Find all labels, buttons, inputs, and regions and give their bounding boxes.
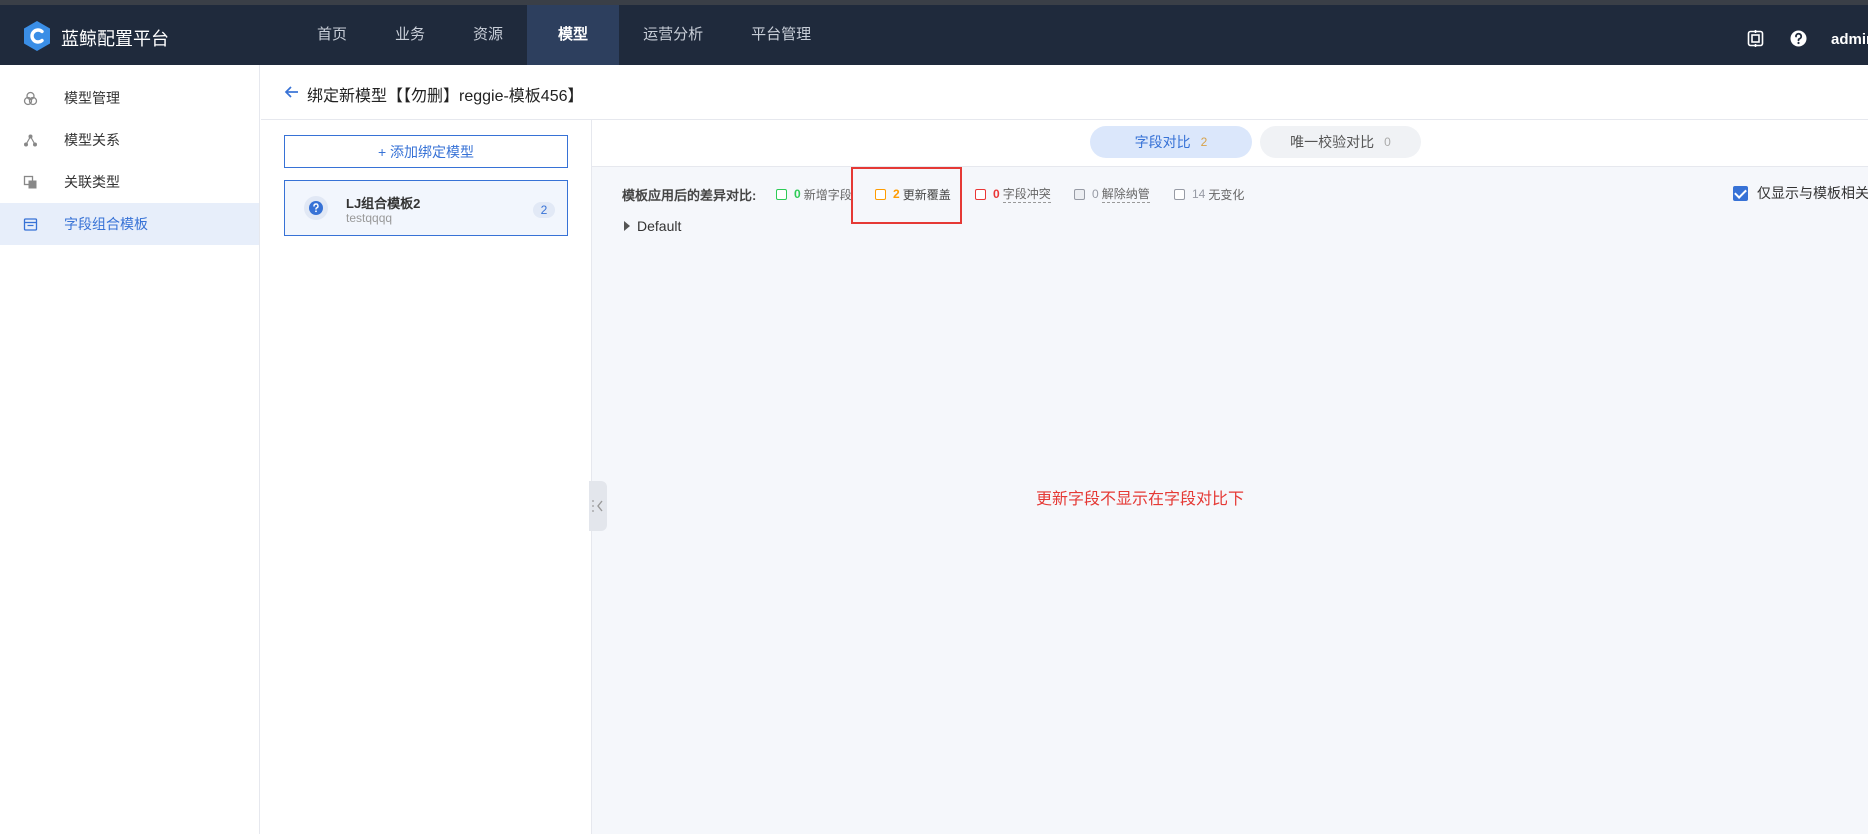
legend-count: 14: [1192, 187, 1206, 201]
only-show-label: 仅显示与模板相关: [1757, 185, 1868, 201]
legend-count: 0: [794, 187, 801, 201]
legend-label: 解除纳管: [1101, 187, 1150, 203]
tab-unique-check-compare[interactable]: 唯一校验对比 0: [1260, 126, 1421, 158]
diff-summary-label: 模板应用后的差异对比:: [622, 188, 757, 203]
group-default[interactable]: Default: [624, 218, 681, 234]
legend-new-field[interactable]: 0 新增字段: [776, 186, 852, 202]
model-management-icon: [23, 91, 38, 105]
legend-box[interactable]: [975, 188, 986, 200]
legend-label: 无变化: [1208, 187, 1245, 202]
legend-count: 0: [993, 187, 1000, 201]
legend-unmanage[interactable]: 0 解除纳管: [1074, 186, 1150, 203]
diff-main-area: 字段对比 2 唯一校验对比 0 模板应用后的差异对比: 0 新增字段 2 更新覆…: [592, 120, 1868, 834]
highlight-frame: [851, 167, 962, 224]
main-nav: 首页 业务 资源 模型 运营分析 平台管理: [293, 5, 835, 65]
template-card[interactable]: LJ组合模板2 testqqqq 2: [284, 180, 568, 236]
legend-box[interactable]: [1174, 188, 1185, 200]
template-card-subtitle: testqqqq: [346, 211, 393, 225]
legend-box[interactable]: [776, 188, 787, 200]
model-relation-icon: [24, 134, 37, 146]
workbench-icon[interactable]: [1747, 30, 1764, 47]
tab-label: 字段对比: [1134, 134, 1191, 150]
template-card-count-badge: 2: [533, 202, 555, 218]
nav-item-analysis[interactable]: 运营分析: [619, 5, 727, 65]
panel-collapse-handle[interactable]: [589, 481, 607, 531]
sidebar-item-model-management[interactable]: 模型管理: [0, 77, 259, 119]
tab-label: 唯一校验对比: [1290, 134, 1375, 150]
sidebar-item-model-relation[interactable]: 模型关系: [0, 119, 259, 161]
nav-item-home[interactable]: 首页: [293, 5, 371, 65]
group-label: Default: [637, 218, 682, 234]
legend-label: 新增字段: [803, 187, 852, 202]
page-header: 绑定新模型【【勿删】reggie-模板456】: [261, 65, 1868, 120]
association-type-icon: [23, 175, 37, 188]
tab-count: 0: [1384, 135, 1391, 149]
app-title[interactable]: 蓝鲸配置平台: [61, 25, 169, 51]
sidebar-item-label: 模型关系: [64, 132, 120, 148]
field-template-icon: [23, 217, 38, 231]
tab-count: 2: [1200, 135, 1208, 149]
legend-box[interactable]: [1074, 188, 1085, 200]
sidebar-item-label: 关联类型: [64, 174, 120, 190]
nav-item-business[interactable]: 业务: [371, 5, 449, 65]
app-logo-icon[interactable]: [22, 20, 52, 52]
checkbox-checked-icon[interactable]: [1733, 185, 1748, 201]
help-icon[interactable]: [1790, 30, 1807, 47]
bound-model-panel: + 添加绑定模型 LJ组合模板2 testqqqq 2: [261, 120, 592, 834]
current-user[interactable]: admin: [1831, 31, 1868, 48]
nav-item-resource[interactable]: 资源: [449, 5, 527, 65]
page-title: 绑定新模型【【勿删】reggie-模板456】: [307, 88, 584, 105]
legend-count: 0: [1092, 187, 1099, 201]
sidebar-item-label: 模型管理: [64, 90, 120, 106]
question-circle-icon: [304, 196, 328, 220]
sidebar-item-label: 字段组合模板: [64, 216, 148, 232]
legend-field-conflict[interactable]: 0 字段冲突: [975, 186, 1051, 203]
annotation-note: 更新字段不显示在字段对比下: [1036, 491, 1245, 508]
template-card-title: LJ组合模板2: [346, 196, 421, 211]
sidebar: 模型管理 模型关系 关联类型 字段组合模板: [0, 65, 260, 834]
add-bound-model-button[interactable]: + 添加绑定模型: [284, 135, 568, 168]
legend-no-change[interactable]: 14 无变化: [1174, 186, 1244, 202]
top-navigation-bar: 蓝鲸配置平台 首页 业务 资源 模型 运营分析 平台管理 admin: [0, 0, 1868, 65]
sidebar-item-field-template[interactable]: 字段组合模板: [0, 203, 259, 245]
tab-field-compare[interactable]: 字段对比 2: [1090, 126, 1252, 158]
nav-item-platform[interactable]: 平台管理: [727, 5, 835, 65]
compare-tabs: 字段对比 2 唯一校验对比 0: [592, 120, 1868, 167]
sidebar-item-association-type[interactable]: 关联类型: [0, 161, 259, 203]
caret-right-icon[interactable]: [624, 221, 630, 231]
arrow-left-icon[interactable]: [284, 84, 300, 100]
legend-label: 字段冲突: [1002, 187, 1051, 203]
only-show-template-related-checkbox[interactable]: 仅显示与模板相关: [1733, 183, 1868, 203]
chevron-left-icon[interactable]: [589, 481, 607, 531]
nav-item-model[interactable]: 模型: [527, 5, 620, 65]
